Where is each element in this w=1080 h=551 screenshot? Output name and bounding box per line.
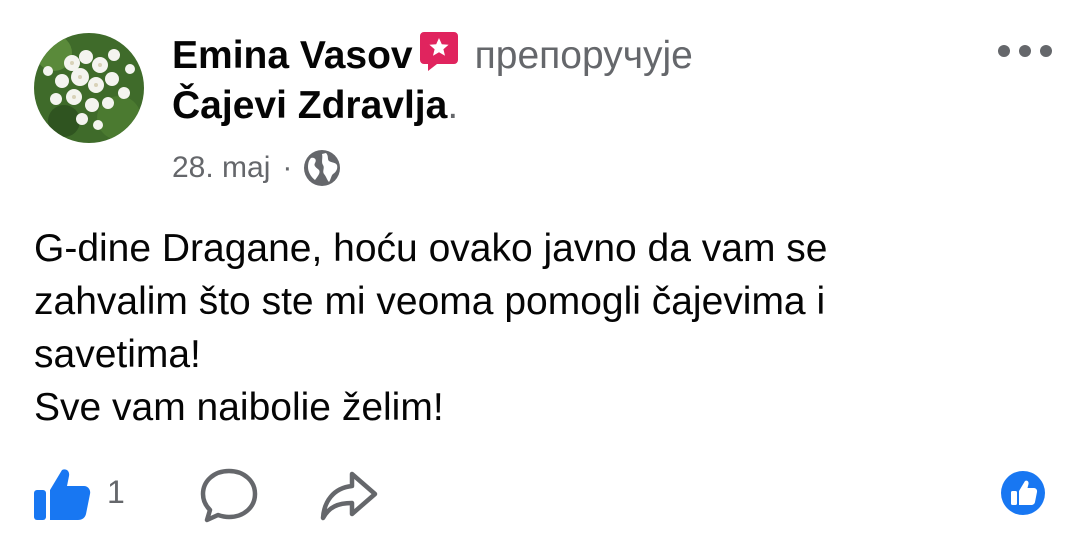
recommend-badge-icon <box>419 30 459 82</box>
thumbs-up-icon <box>34 469 91 520</box>
comment-button[interactable] <box>198 466 260 529</box>
post-body: G-dine Dragane, hoću ovako javno da vam … <box>34 222 1054 434</box>
header-line-page: Čajevi Zdravlja. <box>172 84 458 128</box>
like-button[interactable] <box>32 466 92 527</box>
body-line: zahvalim što ste mi veoma pomogli čajevi… <box>34 280 826 323</box>
post-meta: 28. maj · <box>172 148 342 188</box>
body-line: G-dine Dragane, hoću ovako javno da vam … <box>34 227 828 270</box>
sentence-period: . <box>447 84 459 127</box>
globe-icon[interactable] <box>302 148 342 188</box>
share-icon <box>320 471 378 521</box>
like-count[interactable]: 1 <box>107 472 125 512</box>
meta-separator: · <box>282 151 293 184</box>
body-line: savetima! <box>34 333 201 376</box>
author-name[interactable]: Emina Vasov <box>172 34 413 77</box>
body-line: Sve vam naibolie želim! <box>34 386 444 429</box>
page-name[interactable]: Čajevi Zdravlja <box>172 84 447 127</box>
comment-icon <box>200 468 258 523</box>
post-date[interactable]: 28. maj <box>172 148 270 188</box>
more-options-icon[interactable] <box>998 36 1052 66</box>
share-button[interactable] <box>318 466 380 529</box>
header-line: Emina Vasov препоручује <box>172 30 693 82</box>
recommend-action-text: препоручује <box>474 34 693 77</box>
avatar[interactable] <box>34 33 144 143</box>
like-reaction-icon[interactable] <box>1000 470 1046 521</box>
